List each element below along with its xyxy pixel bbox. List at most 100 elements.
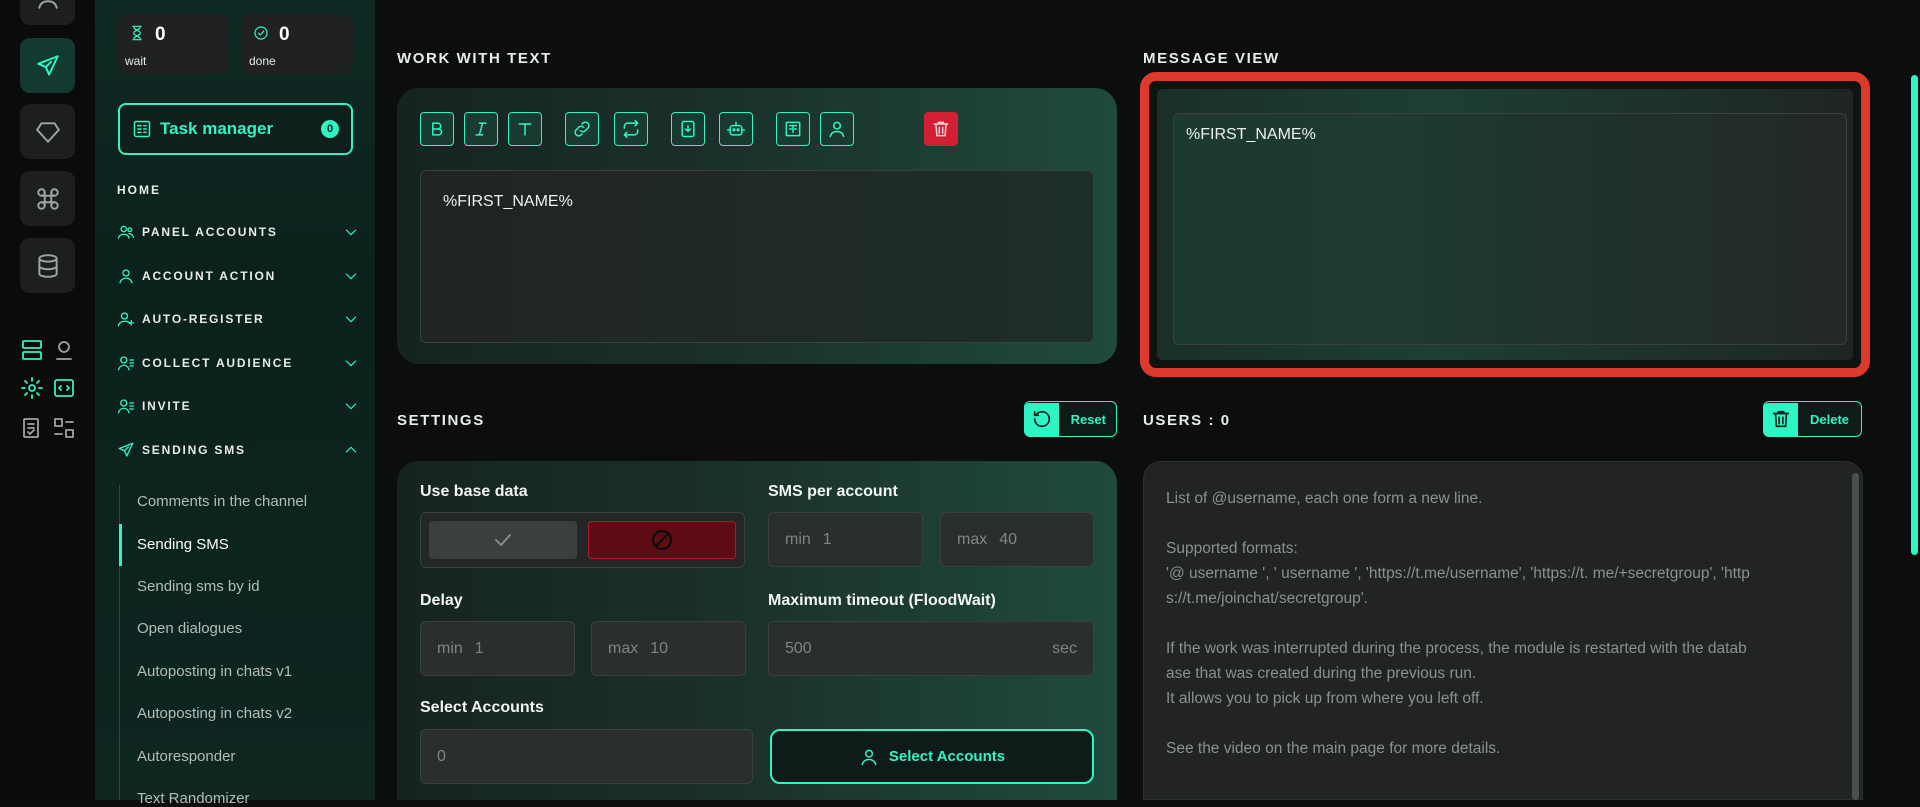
nav-label: COLLECT AUDIENCE (142, 356, 294, 370)
profile-rail-button[interactable] (20, 0, 75, 25)
send-icon (35, 53, 61, 79)
delay-min-input[interactable]: min 1 (420, 621, 575, 676)
sub-item-text-randomizer[interactable]: Text Randomizer (137, 790, 250, 807)
sub-item-sending-sms-by-id[interactable]: Sending sms by id (137, 578, 260, 595)
link-button[interactable] (565, 112, 599, 146)
user-list-icon (117, 397, 135, 415)
page-scrollbar[interactable] (1911, 75, 1918, 555)
user-variable-button[interactable] (820, 112, 854, 146)
use-base-data-on[interactable] (429, 521, 577, 559)
trash-icon (931, 119, 951, 139)
italic-icon (471, 119, 491, 139)
task-manager-button[interactable]: Task manager 0 (118, 103, 353, 155)
placeholder-line: See the video on the main page for more … (1166, 740, 1501, 757)
nav-label: SENDING SMS (142, 443, 246, 457)
nav-panel-accounts[interactable]: PANEL ACCOUNTS (117, 220, 359, 244)
select-accounts-button[interactable]: Select Accounts (770, 729, 1094, 784)
repeat-button[interactable] (614, 112, 648, 146)
trash-icon (1770, 408, 1792, 430)
command-rail-button[interactable] (20, 171, 75, 226)
delete-label: Delete (1810, 411, 1850, 427)
insert-file-icon (678, 119, 698, 139)
use-base-data-toggle (420, 512, 745, 568)
sub-item-open-dialogues[interactable]: Open dialogues (137, 620, 242, 637)
checklist-icon[interactable] (20, 416, 44, 440)
nav-auto-register[interactable]: AUTO-REGISTER (117, 307, 359, 331)
chevron-down-icon (343, 398, 359, 414)
nav-label: PANEL ACCOUNTS (142, 225, 278, 239)
text-button[interactable] (508, 112, 542, 146)
sms-max-value: 40 (999, 530, 1018, 548)
check-icon (491, 528, 515, 552)
reset-icon (1031, 408, 1053, 430)
select-accounts-button-label: Select Accounts (888, 748, 1006, 765)
flood-wait-value: 500 (785, 639, 812, 657)
bold-button[interactable] (420, 112, 454, 146)
bot-button[interactable] (719, 112, 753, 146)
done-count: 0 (279, 24, 290, 45)
database-icon (35, 253, 61, 279)
use-base-data-label: Use base data (420, 483, 528, 500)
user-icon (859, 747, 879, 767)
users-textarea[interactable]: List of @username, each one form a new l… (1143, 461, 1863, 800)
min-key: min (785, 530, 811, 548)
sub-item-sending-sms[interactable]: Sending SMS (137, 536, 229, 553)
repeat-icon (621, 119, 641, 139)
delay-max-input[interactable]: max 10 (591, 621, 746, 676)
user-icon (117, 267, 135, 285)
sub-item-autoresponder[interactable]: Autoresponder (137, 748, 235, 765)
sms-max-input[interactable]: max 40 (940, 512, 1094, 567)
sub-item-autoposting-v2[interactable]: Autoposting in chats v2 (137, 705, 292, 722)
insert-file-button[interactable] (671, 112, 705, 146)
server-list-icon[interactable] (20, 338, 44, 362)
nav-label: INVITE (142, 399, 192, 413)
sending-sms-submenu: Comments in the channel Sending SMS Send… (119, 485, 375, 807)
diamond-rail-button[interactable] (20, 104, 75, 159)
selected-accounts-count[interactable]: 0 (420, 729, 753, 784)
location-user-icon[interactable] (52, 338, 76, 362)
chevron-down-icon (343, 224, 359, 240)
database-rail-button[interactable] (20, 238, 75, 293)
placeholder-line: List of @username, each one form a new l… (1166, 490, 1483, 507)
diamond-icon (35, 119, 61, 145)
task-manager-label: Task manager (160, 119, 274, 138)
message-text-editor[interactable]: %FIRST_NAME% (420, 170, 1094, 343)
send-icon (117, 441, 135, 459)
clear-text-button[interactable] (924, 112, 958, 146)
link-icon (572, 119, 592, 139)
bot-icon (726, 119, 746, 139)
use-base-data-off[interactable] (588, 521, 736, 559)
sms-min-input[interactable]: min 1 (768, 512, 923, 567)
send-rail-button[interactable] (20, 38, 75, 93)
nav-invite[interactable]: INVITE (117, 394, 359, 418)
settings-gear-icon[interactable] (20, 376, 44, 400)
flood-wait-input[interactable]: 500 sec (768, 621, 1094, 676)
nav-sending-sms[interactable]: SENDING SMS (117, 438, 359, 462)
delete-users-button[interactable]: Delete (1763, 401, 1862, 437)
code-window-icon[interactable] (52, 376, 76, 400)
message-view-title: MESSAGE VIEW (1143, 50, 1280, 67)
template-button[interactable] (776, 112, 810, 146)
user-variable-icon (827, 119, 847, 139)
nav-account-action[interactable]: ACCOUNT ACTION (117, 264, 359, 288)
grid-swap-icon[interactable] (52, 416, 76, 440)
users-title: USERS : 0 (1143, 412, 1231, 429)
user-list-icon (117, 354, 135, 372)
done-stat: 0 done (241, 14, 353, 74)
max-key: max (957, 530, 988, 548)
selected-accounts-value: 0 (437, 747, 446, 765)
italic-button[interactable] (464, 112, 498, 146)
placeholder-line: It allows you to pick up from where you … (1166, 690, 1484, 707)
min-key: min (437, 639, 463, 657)
flood-wait-label: Maximum timeout (FloodWait) (768, 592, 996, 609)
nav-collect-audience[interactable]: COLLECT AUDIENCE (117, 351, 359, 375)
user-plus-icon (117, 310, 135, 328)
sub-item-comments-channel[interactable]: Comments in the channel (137, 493, 307, 510)
bold-icon (427, 119, 447, 139)
users-scrollbar[interactable] (1852, 473, 1859, 800)
delete-icon-box (1764, 402, 1798, 436)
reset-button[interactable]: Reset (1024, 401, 1117, 437)
preview-text: %FIRST_NAME% (1186, 126, 1316, 143)
sub-item-autoposting-v1[interactable]: Autoposting in chats v1 (137, 663, 292, 680)
nav-home[interactable]: HOME (117, 183, 161, 197)
